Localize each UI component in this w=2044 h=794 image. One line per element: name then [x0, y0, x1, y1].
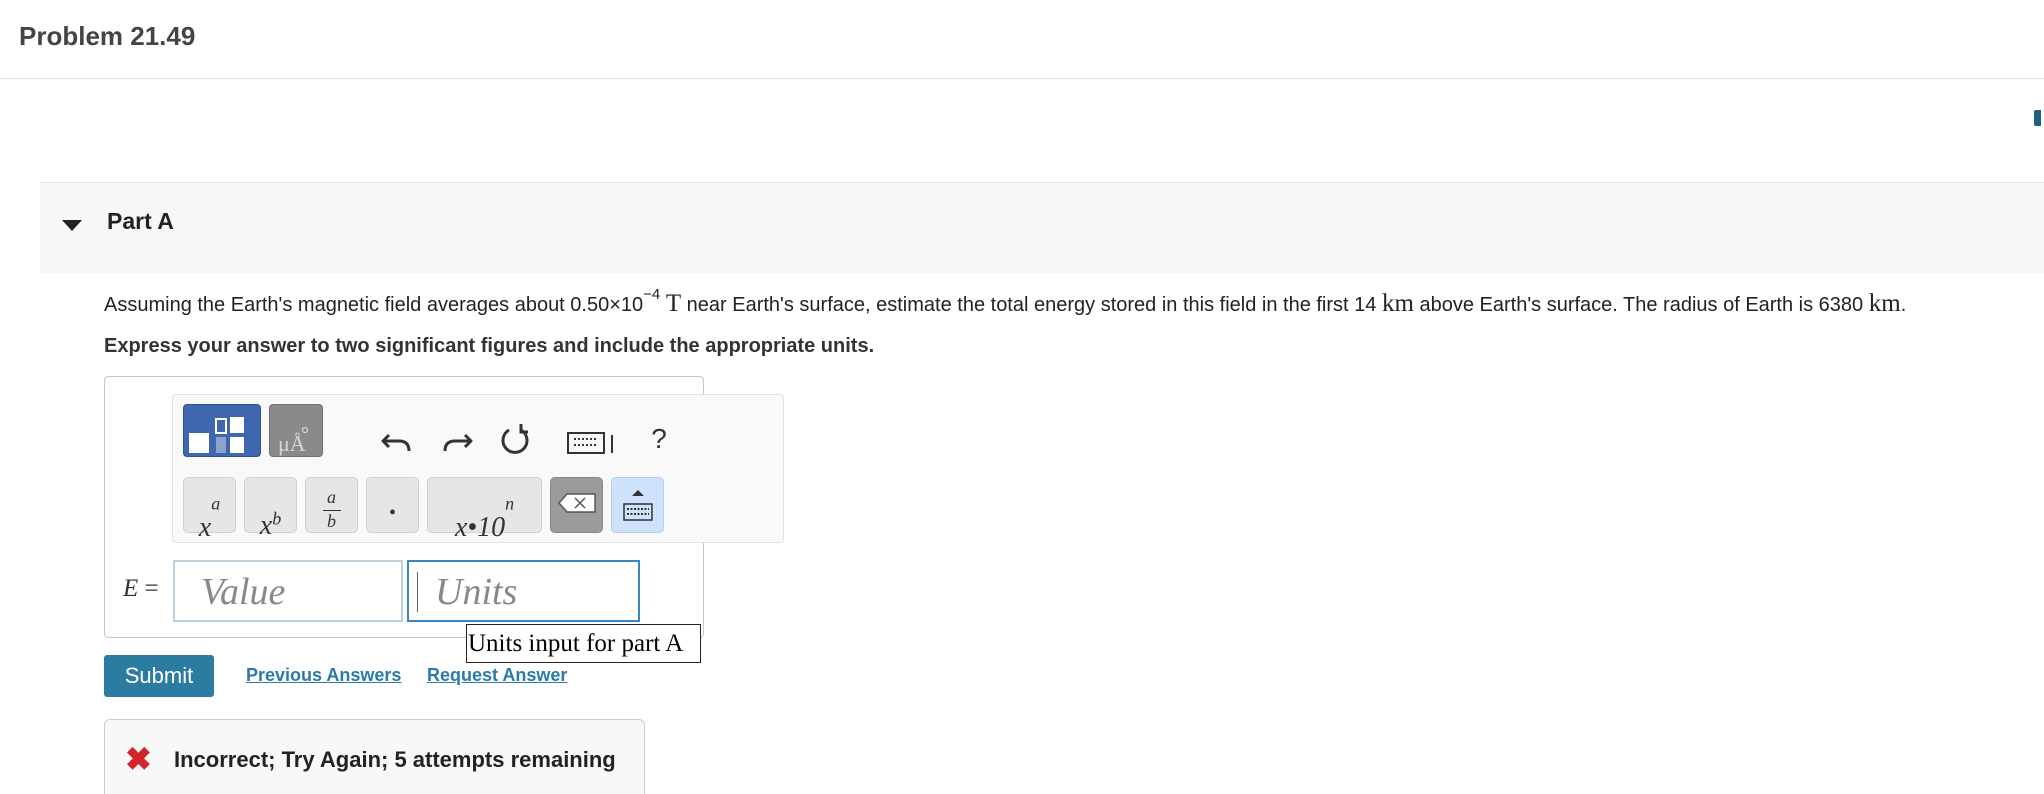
keyboard-icon [567, 432, 613, 454]
decimal-key[interactable]: • [366, 477, 419, 533]
keyboard-toggle-key[interactable] [611, 477, 664, 533]
value-input[interactable]: Value [173, 560, 403, 622]
reset-icon [501, 424, 529, 454]
units-tooltip: Units input for part A [466, 624, 701, 663]
svg-text:μÅ: μÅ [278, 431, 306, 456]
undo-icon [381, 433, 411, 452]
side-panel-tab[interactable] [2034, 110, 2041, 126]
answer-instruction: Express your answer to two significant f… [104, 335, 875, 357]
fraction-key[interactable]: a b [305, 477, 358, 533]
keyboard-toggle-icon [623, 490, 653, 521]
submit-button[interactable]: Submit [104, 655, 214, 697]
caret-down-icon [62, 220, 82, 231]
feedback-panel: ✖ Incorrect; Try Again; 5 attempts remai… [104, 719, 645, 794]
redo-icon [443, 433, 473, 452]
undo-button[interactable] [379, 421, 415, 457]
answer-box: μÅ ? xa xb a b • x•10n E = Value Units [104, 376, 784, 638]
request-answer-link[interactable]: Request Answer [427, 665, 567, 686]
units-input[interactable]: Units [407, 560, 640, 622]
collapse-toggle[interactable] [62, 213, 90, 241]
math-toolbar: μÅ ? xa xb a b • x•10n [172, 394, 784, 543]
answer-label: E = [123, 575, 159, 602]
reset-button[interactable] [497, 421, 533, 457]
backspace-icon [557, 493, 596, 513]
scientific-notation-key[interactable]: x•10n [427, 477, 542, 543]
error-x-icon: ✖ [125, 741, 152, 777]
superscript-key[interactable]: xa [183, 477, 236, 543]
symbols-icon: μÅ [278, 426, 309, 456]
page-header: Problem 21.49 [0, 0, 2044, 79]
text-caret [417, 572, 418, 612]
question-text: Assuming the Earth's magnetic field aver… [104, 286, 1907, 317]
keyboard-shortcuts-button[interactable] [566, 421, 620, 457]
templates-icon [189, 417, 244, 453]
templates-button[interactable] [183, 404, 261, 457]
math-key-row: xa xb a b • x•10n [173, 477, 783, 543]
subscript-key[interactable]: xb [244, 477, 297, 541]
part-title: Part A [107, 208, 174, 234]
page-title: Problem 21.49 [19, 21, 196, 51]
backspace-key[interactable] [550, 477, 603, 533]
help-button[interactable]: ? [641, 421, 677, 457]
symbols-button[interactable]: μÅ [269, 404, 323, 457]
feedback-message: Incorrect; Try Again; 5 attempts remaini… [174, 747, 616, 772]
previous-answers-link[interactable]: Previous Answers [246, 665, 401, 686]
redo-button[interactable] [439, 421, 475, 457]
part-header: Part A [40, 182, 2044, 273]
